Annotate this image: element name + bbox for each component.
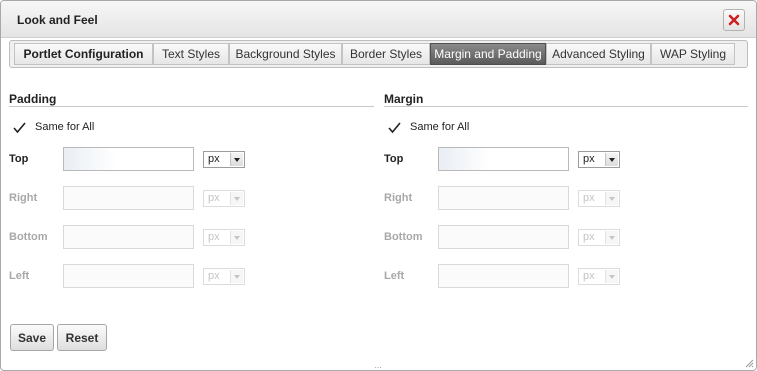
padding-left-unit-value: px	[208, 270, 220, 282]
tab-text-styles[interactable]: Text Styles	[153, 43, 229, 65]
tab-bar: Portlet Configuration Text Styles Backgr…	[9, 40, 748, 68]
margin-right-input	[438, 186, 569, 210]
padding-bottom-label: Bottom	[9, 231, 48, 243]
padding-divider	[9, 106, 374, 107]
resize-grip-bottom-icon[interactable]: ⋯	[374, 363, 382, 370]
dialog-title: Look and Feel	[17, 13, 98, 27]
chevron-down-icon	[605, 231, 618, 244]
margin-top-unit-select[interactable]: px	[578, 151, 620, 168]
margin-top-label: Top	[384, 153, 404, 165]
chevron-down-icon	[230, 153, 243, 166]
padding-bottom-unit-value: px	[208, 231, 220, 243]
margin-heading: Margin	[384, 92, 424, 106]
resize-grip-right-icon[interactable]: ⋮	[753, 179, 756, 187]
close-button[interactable]	[723, 9, 745, 31]
chevron-down-icon	[230, 192, 243, 205]
chevron-down-icon	[605, 270, 618, 283]
padding-top-label: Top	[9, 153, 29, 165]
padding-same-for-all-checkbox[interactable]	[11, 120, 27, 136]
margin-divider	[384, 106, 748, 107]
padding-heading: Padding	[9, 92, 57, 106]
padding-right-unit-select: px	[203, 190, 245, 207]
close-icon	[728, 14, 740, 26]
resize-corner-icon[interactable]	[745, 359, 754, 368]
save-button[interactable]: Save	[10, 324, 54, 351]
padding-right-label: Right	[9, 192, 38, 204]
tab-background-styles[interactable]: Background Styles	[229, 43, 342, 65]
tab-portlet-configuration[interactable]: Portlet Configuration	[14, 43, 153, 65]
padding-right-input	[63, 186, 194, 210]
margin-right-unit-value: px	[583, 192, 595, 204]
tab-border-styles[interactable]: Border Styles	[342, 43, 430, 65]
margin-bottom-input	[438, 225, 569, 249]
reset-button[interactable]: Reset	[57, 324, 107, 351]
margin-bottom-label: Bottom	[384, 231, 423, 243]
padding-bottom-input	[63, 225, 194, 249]
margin-right-unit-select: px	[578, 190, 620, 207]
margin-left-unit-value: px	[583, 270, 595, 282]
padding-left-unit-select: px	[203, 268, 245, 285]
chevron-down-icon	[230, 270, 243, 283]
chevron-down-icon	[605, 192, 618, 205]
margin-top-unit-value: px	[583, 153, 595, 165]
margin-bottom-unit-value: px	[583, 231, 595, 243]
margin-left-unit-select: px	[578, 268, 620, 285]
margin-same-for-all-label: Same for All	[410, 121, 470, 133]
padding-same-for-all-label: Same for All	[35, 121, 95, 133]
margin-same-for-all-checkbox[interactable]	[386, 120, 402, 136]
margin-left-input	[438, 264, 569, 288]
padding-top-unit-select[interactable]: px	[203, 151, 245, 168]
padding-top-unit-value: px	[208, 153, 220, 165]
padding-left-input	[63, 264, 194, 288]
chevron-down-icon	[230, 231, 243, 244]
margin-right-label: Right	[384, 192, 413, 204]
padding-right-unit-value: px	[208, 192, 220, 204]
margin-bottom-unit-select: px	[578, 229, 620, 246]
tab-advanced-styling[interactable]: Advanced Styling	[546, 43, 651, 65]
dialog-titlebar[interactable]: Look and Feel	[1, 1, 756, 38]
chevron-down-icon	[605, 153, 618, 166]
tab-margin-and-padding[interactable]: Margin and Padding	[430, 43, 546, 65]
margin-left-label: Left	[384, 270, 405, 282]
look-and-feel-dialog: Look and Feel Portlet Configuration Text…	[0, 0, 757, 371]
margin-top-input[interactable]	[438, 147, 569, 171]
padding-bottom-unit-select: px	[203, 229, 245, 246]
padding-left-label: Left	[9, 270, 30, 282]
padding-top-input[interactable]	[63, 147, 194, 171]
tab-wap-styling[interactable]: WAP Styling	[651, 43, 735, 65]
